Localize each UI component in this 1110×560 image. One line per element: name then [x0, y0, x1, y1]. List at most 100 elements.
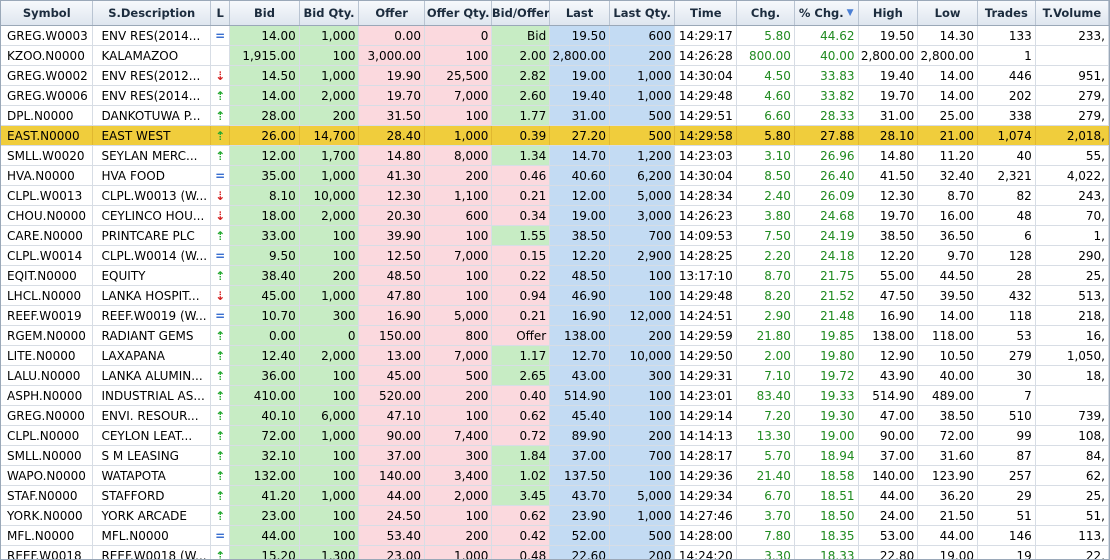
cell-time: 14:29:50 — [675, 346, 738, 365]
cell-symbol: REEF.W0018 — [1, 546, 94, 559]
table-row[interactable]: DPL.N0000 DANKOTUWA P... ⇡ 28.00 200 31.50 100… — [1, 106, 1109, 126]
cell-time: 14:24:51 — [675, 306, 738, 325]
cell-time: 14:29:48 — [675, 86, 738, 105]
cell-pchg: 19.33 — [795, 386, 859, 405]
cell-offer: 520.00 — [359, 386, 425, 405]
cell-desc: ENV RES(2014... — [93, 86, 211, 105]
cell-bo: 0.94 — [492, 286, 551, 305]
up-arrow-icon: ⇡ — [215, 408, 226, 423]
table-row[interactable]: CHOU.N0000 CEYLINCO HOU... ⇣ 18.00 2,000 20.3… — [1, 206, 1109, 226]
table-row[interactable]: REEF.W0018 REEF.W0018 (W... ⇡ 15.20 1,300 23.… — [1, 546, 1109, 559]
cell-desc: S M LEASING — [93, 446, 211, 465]
table-row[interactable]: LALU.N0000 LANKA ALUMIN... ⇡ 36.00 100 45.00 5… — [1, 366, 1109, 386]
cell-tvol: 233, — [1036, 26, 1109, 45]
table-row[interactable]: MFL.N0000 MFL.N0000 = 44.00 100 53.40 200 0.42 5… — [1, 526, 1109, 546]
cell-high: 19.40 — [859, 66, 919, 85]
column-header-symbol[interactable]: Symbol — [1, 1, 94, 25]
cell-symbol: EAST.N0000 — [1, 126, 94, 145]
table-row[interactable]: GREG.N0000 ENVI. RESOUR... ⇡ 40.10 6,000 47.1… — [1, 406, 1109, 426]
cell-last: 137.50 — [550, 466, 610, 485]
cell-trades: 338 — [978, 106, 1036, 125]
cell-high: 44.00 — [859, 486, 919, 505]
cell-offer: 37.00 — [359, 446, 425, 465]
cell-trades: 48 — [978, 206, 1036, 225]
cell-offer: 48.50 — [359, 266, 425, 285]
cell-trades: 6 — [978, 226, 1036, 245]
column-header-offerq[interactable]: Offer Qty. — [425, 1, 493, 25]
table-row[interactable]: LHCL.N0000 LANKA HOSPIT... ⇣ 45.00 1,000 47.8… — [1, 286, 1109, 306]
cell-symbol: SMLL.N0000 — [1, 446, 94, 465]
cell-offerq: 1,000 — [424, 546, 493, 559]
column-header-high[interactable]: High — [859, 1, 919, 25]
cell-chg: 13.30 — [737, 426, 795, 445]
cell-desc: ENVI. RESOUR... — [93, 406, 211, 425]
table-row[interactable]: GREG.W0003 ENV RES(2014... = 14.00 1,000 0.00… — [1, 26, 1109, 46]
cell-time: 14:28:25 — [675, 246, 738, 265]
table-row[interactable]: CLPL.W0014 CLPL.W0014 (W... = 9.50 100 12.50 7… — [1, 246, 1109, 266]
table-row[interactable]: CARE.N0000 PRINTCARE PLC ⇡ 33.00 100 39.90 100… — [1, 226, 1109, 246]
column-header-last[interactable]: Last — [550, 1, 610, 25]
table-row[interactable]: CLPL.N0000 CEYLON LEAT... ⇡ 72.00 1,000 90.00… — [1, 426, 1109, 446]
table-row[interactable]: LITE.N0000 LAXAPANA ⇡ 12.40 2,000 13.00 7,000 1… — [1, 346, 1109, 366]
cell-lastq: 200 — [609, 426, 676, 445]
table-row[interactable]: SMLL.W0020 SEYLAN MERC... ⇡ 12.00 1,700 14.80… — [1, 146, 1109, 166]
table-row[interactable]: EQIT.N0000 EQUITY ⇡ 38.40 200 48.50 100 0.22 48.… — [1, 266, 1109, 286]
cell-desc: MFL.N0000 — [93, 526, 211, 545]
cell-bidq: 100 — [299, 46, 360, 65]
table-row[interactable]: KZOO.N0000 KALAMAZOO 1,915.00 100 3,000.00 10… — [1, 46, 1109, 66]
table-row[interactable]: RGEM.N0000 RADIANT GEMS ⇡ 0.00 0 150.00 800 Off… — [1, 326, 1109, 346]
cell-bid: 410.00 — [230, 386, 300, 405]
cell-offer: 24.50 — [359, 506, 425, 525]
table-row[interactable]: ASPH.N0000 INDUSTRIAL AS... ⇡ 410.00 100 520.… — [1, 386, 1109, 406]
cell-pchg: 18.35 — [795, 526, 859, 545]
column-header-trades[interactable]: Trades — [978, 1, 1036, 25]
column-header-offer[interactable]: Offer — [359, 1, 425, 25]
cell-high: 47.00 — [859, 406, 919, 425]
down-arrow-icon: ⇣ — [215, 68, 226, 83]
table-row[interactable]: REEF.W0019 REEF.W0019 (W... = 10.70 300 16.90… — [1, 306, 1109, 326]
table-row[interactable]: WAPO.N0000 WATAPOTA ⇡ 132.00 100 140.00 3,400 1… — [1, 466, 1109, 486]
column-header-lastq[interactable]: Last Qty. — [610, 1, 676, 25]
column-header-low[interactable]: Low — [918, 1, 978, 25]
column-header-bid[interactable]: Bid — [230, 1, 300, 25]
table-row[interactable]: STAF.N0000 STAFFORD ⇡ 41.20 1,000 44.00 2,000 3… — [1, 486, 1109, 506]
cell-lastq: 600 — [609, 26, 676, 45]
column-header-tvol[interactable]: T.Volume — [1036, 1, 1109, 25]
cell-desc: CEYLINCO HOU... — [93, 206, 211, 225]
cell-offer: 12.50 — [359, 246, 425, 265]
column-header-label: Last Qty. — [613, 6, 671, 20]
table-row[interactable]: GREG.W0006 ENV RES(2014... ⇡ 14.00 2,000 19.7… — [1, 86, 1109, 106]
cell-bid: 28.00 — [230, 106, 300, 125]
cell-last: 27.20 — [550, 126, 610, 145]
column-header-desc[interactable]: S.Description — [93, 1, 211, 25]
column-header-bidq[interactable]: Bid Qty. — [300, 1, 360, 25]
up-arrow-icon: ⇡ — [215, 88, 226, 103]
table-row[interactable]: EAST.N0000 EAST WEST ⇡ 26.00 14,700 28.40 1,00… — [1, 126, 1109, 146]
cell-last: 45.40 — [550, 406, 610, 425]
cell-desc: CLPL.W0013 (W... — [93, 186, 211, 205]
table-row[interactable]: HVA.N0000 HVA FOOD = 35.00 1,000 41.30 200 0.46… — [1, 166, 1109, 186]
column-header-time[interactable]: Time — [675, 1, 738, 25]
cell-time: 14:30:04 — [675, 66, 738, 85]
cell-lastq: 200 — [609, 546, 676, 559]
up-arrow-icon: ⇡ — [215, 348, 226, 363]
cell-high: 138.00 — [859, 326, 919, 345]
column-header-bo[interactable]: Bid/Offer — [492, 1, 551, 25]
table-row[interactable]: SMLL.N0000 S M LEASING ⇡ 32.10 100 37.00 300 1.… — [1, 446, 1109, 466]
cell-trades: 53 — [978, 326, 1036, 345]
cell-high: 22.80 — [859, 546, 919, 559]
cell-offerq: 200 — [424, 166, 493, 185]
table-row[interactable]: YORK.N0000 YORK ARCADE ⇡ 23.00 100 24.50 100 0.… — [1, 506, 1109, 526]
cell-chg: 7.10 — [737, 366, 795, 385]
table-row[interactable]: GREG.W0002 ENV RES(2012... ⇣ 14.50 1,000 19.9… — [1, 66, 1109, 86]
cell-time: 14:29:58 — [675, 126, 738, 145]
column-header-label: Bid/Offer — [492, 6, 550, 20]
cell-bid: 45.00 — [230, 286, 300, 305]
cell-bid: 14.00 — [230, 86, 300, 105]
sort-desc-icon[interactable]: ▼ — [847, 8, 854, 18]
table-row[interactable]: CLPL.W0013 CLPL.W0013 (W... ⇣ 8.10 10,000 12.… — [1, 186, 1109, 206]
cell-time: 14:28:17 — [675, 446, 738, 465]
column-header-pchg[interactable]: % Chg. ▼ — [795, 1, 859, 25]
column-header-chg[interactable]: Chg. — [737, 1, 795, 25]
column-header-ind[interactable]: L — [211, 1, 231, 25]
